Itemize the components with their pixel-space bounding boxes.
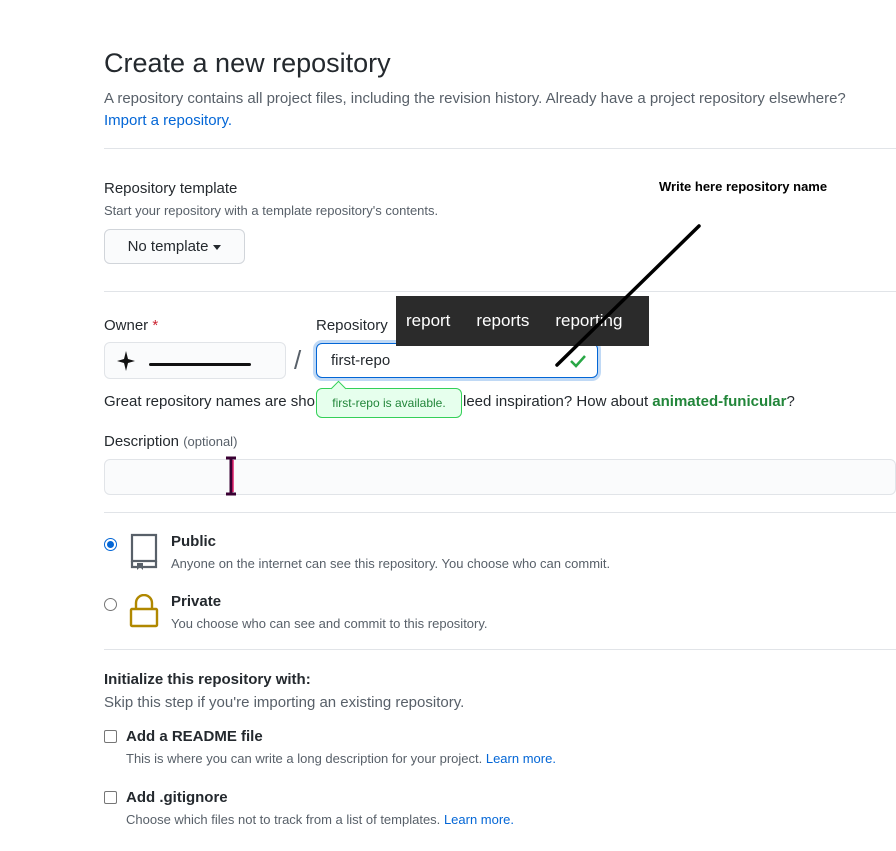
- repo-name-value: first-repo: [331, 352, 391, 369]
- description-label: Description (optional): [104, 433, 237, 450]
- repo-name-label: Repository: [316, 317, 388, 334]
- readme-learn-more-link[interactable]: Learn more.: [486, 751, 556, 766]
- name-tip-rest: leed inspiration? How about animated-fun…: [463, 393, 795, 410]
- description-label-text: Description: [104, 433, 180, 450]
- owner-avatar: [117, 351, 135, 371]
- gitignore-label: Add .gitignore: [126, 789, 228, 806]
- visibility-public-radio[interactable]: [104, 538, 117, 551]
- public-help: Anyone on the internet can see this repo…: [171, 556, 611, 571]
- template-label: Repository template: [104, 180, 238, 197]
- divider: [104, 649, 896, 650]
- visibility-private-radio[interactable]: [104, 598, 117, 611]
- readme-help-text: This is where you can write a long descr…: [126, 751, 483, 766]
- divider: [104, 291, 896, 292]
- readme-checkbox[interactable]: [104, 730, 117, 743]
- text-cursor-icon: [226, 456, 236, 496]
- owner-name-redaction: [149, 363, 251, 366]
- initialize-title: Initialize this repository with:: [104, 671, 311, 688]
- optional-label: (optional): [183, 434, 238, 449]
- repo-book-icon: [130, 533, 158, 570]
- tip-prefix: Great repository names are sho: [104, 393, 315, 410]
- import-repository-link[interactable]: Import a repository.: [104, 112, 232, 129]
- tip-middle: leed inspiration? How about: [463, 393, 653, 410]
- page-title: Create a new repository: [104, 48, 391, 78]
- initialize-help: Skip this step if you're importing an ex…: [104, 694, 465, 711]
- subtitle-text: A repository contains all project files,…: [104, 90, 846, 107]
- public-label: Public: [171, 533, 217, 550]
- caret-down-icon: [213, 245, 222, 250]
- name-tip: Great repository names are sho: [104, 393, 315, 410]
- gitignore-learn-more-link[interactable]: Learn more.: [444, 812, 514, 827]
- readme-label: Add a README file: [126, 728, 263, 745]
- availability-tooltip: first-repo is available.: [316, 388, 462, 418]
- gitignore-checkbox[interactable]: [104, 791, 117, 804]
- lock-icon: [129, 594, 159, 628]
- divider: [104, 148, 896, 149]
- description-input[interactable]: [104, 459, 896, 495]
- template-select-label: No template: [127, 238, 209, 255]
- page-subtitle: A repository contains all project files,…: [104, 88, 894, 132]
- owner-label: Owner *: [104, 317, 158, 334]
- suggestion-item[interactable]: report: [406, 311, 450, 331]
- owner-repo-separator: /: [294, 345, 302, 375]
- gitignore-help-text: Choose which files not to track from a l…: [126, 812, 441, 827]
- annotation-arrow-line: [555, 224, 701, 367]
- owner-label-text: Owner: [104, 317, 149, 334]
- private-help: You choose who can see and commit to thi…: [171, 616, 488, 631]
- required-mark: *: [152, 317, 159, 334]
- readme-help: This is where you can write a long descr…: [126, 751, 556, 766]
- annotation-text: Write here repository name: [659, 179, 828, 194]
- suggestion-item[interactable]: reports: [476, 311, 529, 331]
- divider: [104, 512, 896, 513]
- private-label: Private: [171, 593, 222, 610]
- template-help: Start your repository with a template re…: [104, 203, 439, 218]
- template-select-button[interactable]: No template: [104, 229, 245, 264]
- gitignore-help: Choose which files not to track from a l…: [126, 812, 514, 827]
- suggested-name-link[interactable]: animated-funicular: [652, 393, 786, 410]
- tip-suffix: ?: [786, 393, 795, 410]
- owner-select[interactable]: [104, 342, 286, 379]
